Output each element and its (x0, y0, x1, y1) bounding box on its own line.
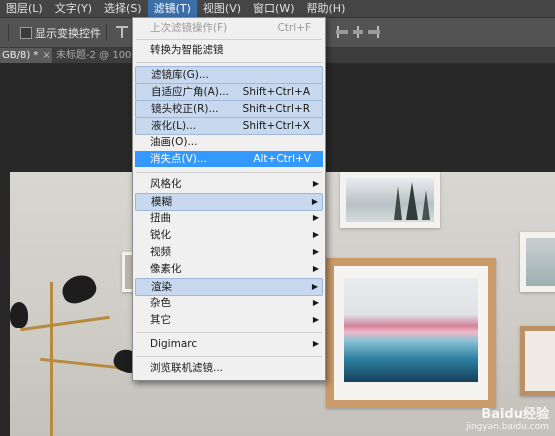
submenu-arrow-icon: ▶ (312, 315, 319, 324)
menu-separator (136, 39, 322, 40)
menu-item-label: 自适应广角(A)... (151, 86, 229, 98)
tab-document-1[interactable]: GB/8) * × (0, 48, 52, 63)
menu-item-label: 液化(L)... (151, 120, 197, 132)
watermark-logo: Baidu经验 (481, 407, 549, 422)
menu-select[interactable]: 选择(S) (98, 0, 148, 17)
menu-item-oil-paint[interactable]: 油画(O)... (135, 134, 323, 150)
submenu-arrow-icon: ▶ (312, 230, 319, 239)
picture-frame (326, 258, 496, 408)
menu-separator (136, 62, 322, 63)
menu-item-browse-online-filters[interactable]: 浏览联机滤镜... (135, 360, 323, 376)
menu-item-lens-correction[interactable]: 镜头校正(R)... Shift+Ctrl+R (135, 100, 323, 118)
menu-window[interactable]: 窗口(W) (247, 0, 300, 17)
menu-help[interactable]: 帮助(H) (301, 0, 352, 17)
lamp-arm (20, 315, 110, 332)
picture-frame (520, 232, 555, 292)
lamp-shade (58, 270, 100, 308)
menu-item-video[interactable]: 视频 ▶ (135, 244, 323, 260)
submenu-arrow-icon: ▶ (311, 282, 318, 291)
menu-item-digimarc[interactable]: Digimarc ▶ (135, 336, 323, 352)
menu-item-label: 模糊 (151, 196, 172, 208)
menu-item-blur[interactable]: 模糊 ▶ (135, 193, 323, 211)
menu-item-label: 像素化 (150, 263, 182, 275)
submenu-arrow-icon: ▶ (312, 247, 319, 256)
menu-item-last-filter: 上次滤镜操作(F) Ctrl+F (135, 20, 323, 36)
menu-bar: 图层(L) 文字(Y) 选择(S) 滤镜(T) 视图(V) 窗口(W) 帮助(H… (0, 0, 555, 18)
show-transform-checkbox[interactable] (20, 27, 32, 39)
submenu-arrow-icon: ▶ (312, 213, 319, 222)
menu-item-pixelate[interactable]: 像素化 ▶ (135, 261, 323, 277)
menu-filter[interactable]: 滤镜(T) (147, 0, 197, 17)
menu-item-label: 镜头校正(R)... (151, 103, 219, 115)
menu-item-label: 其它 (150, 314, 171, 326)
filter-menu: 上次滤镜操作(F) Ctrl+F 转换为智能滤镜 滤镜库(G)... 自适应广角… (132, 17, 326, 381)
submenu-arrow-icon: ▶ (312, 298, 319, 307)
shortcut: Shift+Ctrl+X (242, 120, 310, 132)
menu-item-label: 浏览联机滤镜... (150, 362, 224, 374)
menu-item-label: 扭曲 (150, 212, 171, 224)
menu-item-label: 锐化 (150, 229, 171, 241)
menu-item-label: 风格化 (150, 178, 182, 190)
separator (8, 24, 9, 41)
menu-item-convert-smart-filter[interactable]: 转换为智能滤镜 (135, 42, 323, 58)
separator (106, 24, 107, 41)
menu-item-label: 转换为智能滤镜 (150, 44, 224, 56)
picture-frame (520, 326, 555, 396)
menu-item-render[interactable]: 渲染 ▶ (135, 278, 323, 296)
tab-document-2[interactable]: 未标题-2 @ 100% (56, 48, 141, 63)
tab-title: 未标题-2 @ 100% (56, 50, 141, 61)
tab-title: GB/8) * (2, 50, 39, 61)
distribute-icon[interactable] (336, 26, 348, 38)
menu-separator (136, 332, 322, 333)
close-icon[interactable]: × (42, 50, 50, 61)
menu-item-label: 油画(O)... (150, 136, 198, 148)
distribute-right-icon[interactable] (368, 26, 380, 38)
menu-item-sharpen[interactable]: 锐化 ▶ (135, 227, 323, 243)
menu-view[interactable]: 视图(V) (197, 0, 247, 17)
show-transform-label: 显示变换控件 (35, 27, 101, 40)
shortcut: Shift+Ctrl+R (242, 103, 310, 115)
menu-separator (136, 356, 322, 357)
lamp-shade (10, 302, 28, 328)
shortcut: Ctrl+F (277, 22, 311, 34)
picture-frame (340, 172, 440, 228)
menu-item-liquify[interactable]: 液化(L)... Shift+Ctrl+X (135, 117, 323, 135)
menu-item-label: 渲染 (151, 281, 172, 293)
menu-item-stylize[interactable]: 风格化 ▶ (135, 176, 323, 192)
submenu-arrow-icon: ▶ (312, 264, 319, 273)
menu-item-label: 上次滤镜操作(F) (150, 22, 228, 34)
distribute-center-icon[interactable] (352, 26, 364, 38)
shortcut: Alt+Ctrl+V (253, 153, 311, 165)
submenu-arrow-icon: ▶ (311, 197, 318, 206)
menu-item-label: Digimarc (150, 338, 198, 350)
menu-item-noise[interactable]: 杂色 ▶ (135, 295, 323, 311)
menu-item-label: 滤镜库(G)... (151, 69, 209, 81)
menu-type[interactable]: 文字(Y) (49, 0, 98, 17)
menu-item-adaptive-wide-angle[interactable]: 自适应广角(A)... Shift+Ctrl+A (135, 83, 323, 101)
menu-item-label: 杂色 (150, 297, 171, 309)
menu-item-vanishing-point[interactable]: 消失点(V)... Alt+Ctrl+V (135, 151, 323, 167)
menu-item-label: 消失点(V)... (150, 153, 207, 165)
menu-item-distort[interactable]: 扭曲 ▶ (135, 210, 323, 226)
watermark-url: jingyan.baidu.com (465, 422, 549, 432)
menu-item-label: 视频 (150, 246, 171, 258)
menu-separator (136, 172, 322, 173)
shortcut: Shift+Ctrl+A (242, 86, 310, 98)
menu-layer[interactable]: 图层(L) (0, 0, 49, 17)
menu-item-other[interactable]: 其它 ▶ (135, 312, 323, 328)
submenu-arrow-icon: ▶ (312, 339, 319, 348)
align-icon[interactable] (116, 26, 128, 38)
submenu-arrow-icon: ▶ (312, 179, 319, 188)
watermark: Baidu经验 jingyan.baidu.com (466, 403, 549, 432)
menu-item-filter-gallery[interactable]: 滤镜库(G)... (135, 66, 323, 84)
